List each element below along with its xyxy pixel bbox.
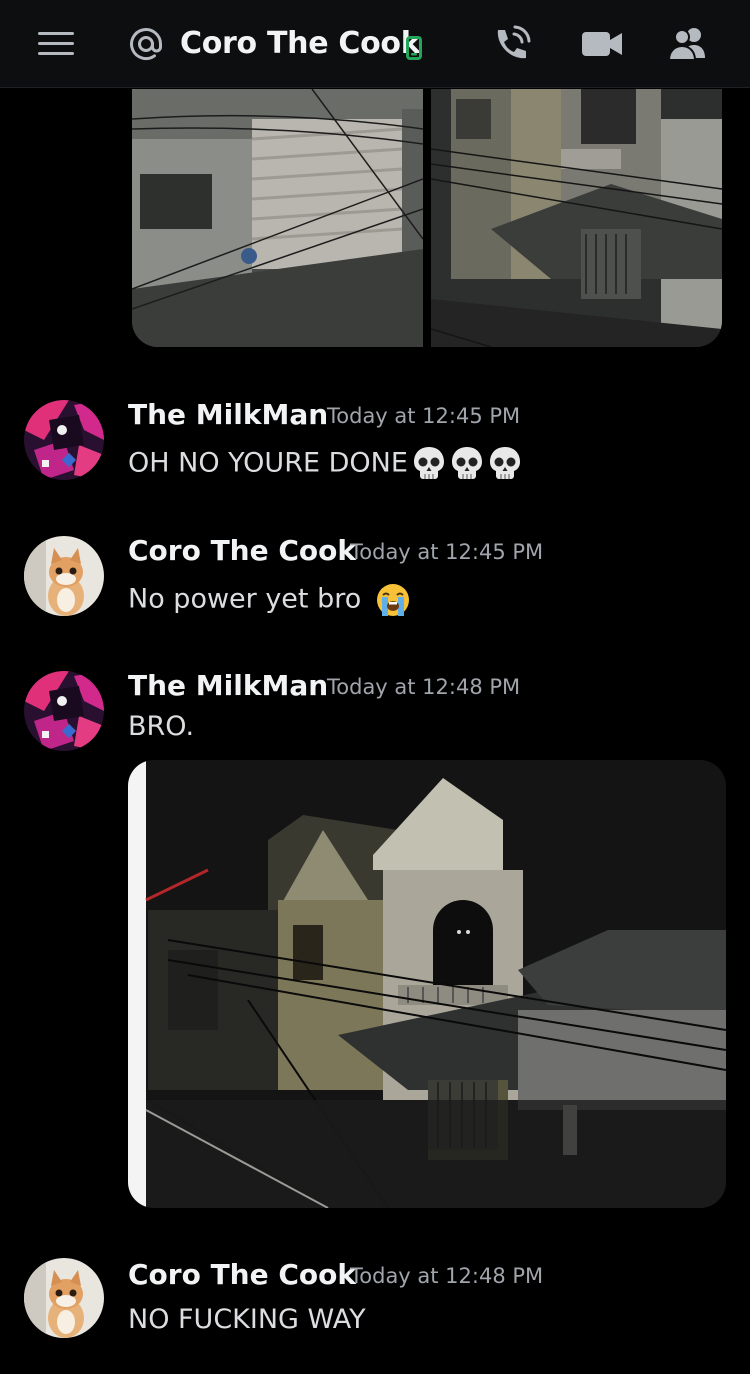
skull-emoji-icon bbox=[489, 447, 520, 479]
message-timestamp: Today at 12:48 PM bbox=[350, 1264, 544, 1288]
message-author[interactable]: The MilkMan bbox=[128, 398, 328, 431]
attachment-image-right[interactable] bbox=[431, 89, 722, 347]
members-icon[interactable] bbox=[666, 24, 710, 64]
message-timestamp: Today at 12:48 PM bbox=[327, 675, 521, 699]
at-icon bbox=[130, 28, 162, 61]
channel-title[interactable]: Coro The Cook bbox=[180, 26, 421, 61]
channel-header: Coro The Cook bbox=[0, 0, 750, 88]
message-author[interactable]: The MilkMan bbox=[128, 669, 328, 702]
message-text: BRO. bbox=[128, 711, 195, 742]
hamburger-menu-icon[interactable] bbox=[38, 32, 74, 56]
avatar-the-milkman[interactable] bbox=[24, 400, 104, 480]
message[interactable]: The MilkMan Today at 12:45 PM OH NO YOUR… bbox=[0, 398, 750, 482]
voice-call-icon[interactable] bbox=[490, 24, 534, 64]
skull-emoji-icon bbox=[413, 447, 444, 479]
attachment-image-night-houses[interactable] bbox=[128, 760, 726, 1208]
loudly-crying-face-emoji-icon bbox=[376, 584, 409, 616]
avatar-coro-the-cook[interactable] bbox=[24, 536, 104, 616]
message-text: OH NO YOURE DONE bbox=[128, 447, 408, 479]
message[interactable]: Coro The Cook Today at 12:48 PM NO FUCKI… bbox=[0, 1258, 750, 1342]
message[interactable]: The MilkMan Today at 12:48 PM BRO. bbox=[0, 669, 750, 1214]
mobile-icon bbox=[406, 36, 422, 60]
message-content: No power yet bro bbox=[128, 582, 412, 618]
message-timestamp: Today at 12:45 PM bbox=[327, 404, 521, 428]
video-call-icon[interactable] bbox=[580, 24, 624, 64]
message-author[interactable]: Coro The Cook bbox=[128, 1258, 356, 1291]
message-text: No power yet bro bbox=[128, 583, 362, 615]
message-author[interactable]: Coro The Cook bbox=[128, 534, 356, 567]
avatar-the-milkman[interactable] bbox=[24, 671, 104, 751]
message-content: OH NO YOURE DONE bbox=[128, 446, 522, 482]
skull-emoji-icon bbox=[451, 447, 482, 479]
message[interactable]: Coro The Cook Today at 12:45 PM No power… bbox=[0, 534, 750, 618]
message-text: NO FUCKING WAY bbox=[128, 1304, 366, 1335]
avatar-coro-the-cook[interactable] bbox=[24, 1258, 104, 1338]
attachment-image-left[interactable] bbox=[132, 89, 423, 347]
message-timestamp: Today at 12:45 PM bbox=[350, 540, 544, 564]
